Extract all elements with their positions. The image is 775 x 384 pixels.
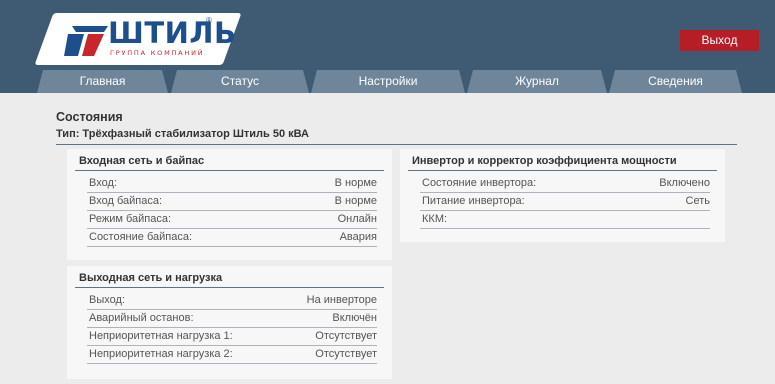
logo-registered-mark: ®	[206, 16, 212, 25]
status-row: Неприоритетная нагрузка 1: Отсутствует	[87, 328, 377, 346]
status-value: Отсутствует	[315, 330, 377, 342]
status-row: Выход: На инверторе	[87, 292, 377, 310]
status-label: Питание инвертора:	[422, 195, 525, 207]
panel-title: Выходная сеть и нагрузка	[79, 272, 223, 284]
tab-status[interactable]: Статус	[171, 70, 309, 93]
status-value: В норме	[334, 195, 377, 207]
tab-home[interactable]: Главная	[37, 70, 168, 93]
page-title: Состояния	[56, 110, 123, 124]
status-value: В норме	[334, 177, 377, 189]
status-label: Неприоритетная нагрузка 2:	[89, 348, 233, 360]
status-row: Питание инвертора: Сеть	[420, 193, 710, 211]
logo-mark-icon	[64, 26, 108, 56]
panel-divider	[75, 170, 384, 171]
logo-tagline: ГРУППА КОМПАНИЙ	[110, 49, 205, 57]
status-label: Выход:	[89, 294, 125, 306]
logout-button[interactable]: Выход	[680, 30, 759, 51]
tab-log[interactable]: Журнал	[467, 70, 607, 93]
output-load-panel: Выходная сеть и нагрузка Выход: На инвер…	[67, 266, 392, 379]
status-value: На инверторе	[306, 294, 377, 306]
status-value: Онлайн	[337, 213, 377, 225]
status-row: Вход байпаса: В норме	[87, 193, 377, 211]
title-divider	[56, 144, 737, 145]
tab-info[interactable]: Сведения	[609, 70, 742, 93]
status-row: Состояние инвертора: Включено	[420, 175, 710, 193]
status-label: Неприоритетная нагрузка 1:	[89, 330, 233, 342]
status-value: Отсутствует	[315, 348, 377, 360]
header-bar: ШТИЛЬ ® ГРУППА КОМПАНИЙ Выход	[0, 0, 775, 70]
panel-title: Входная сеть и байпас	[79, 155, 205, 167]
device-type: Тип: Трёхфазный стабилизатор Штиль 50 кВ…	[56, 128, 309, 140]
status-row: Вход: В норме	[87, 175, 377, 193]
status-label: Режим байпаса:	[89, 213, 172, 225]
panel-title: Инвертор и корректор коэффициента мощнос…	[412, 155, 677, 167]
status-value: Сеть	[685, 195, 710, 207]
status-value: Включено	[659, 177, 710, 189]
panel-divider	[75, 287, 384, 288]
panel-divider	[408, 170, 717, 171]
status-value: Включён	[332, 312, 377, 324]
status-label: Аварийный останов:	[89, 312, 194, 324]
status-label: Вход байпаса:	[89, 195, 162, 207]
status-label: Вход:	[89, 177, 117, 189]
input-bypass-panel: Входная сеть и байпас Вход: В норме Вход…	[67, 149, 392, 260]
main-nav: Главная Статус Настройки Журнал Сведения	[0, 70, 775, 93]
logo-wordmark: ШТИЛЬ	[108, 16, 237, 50]
status-row: Неприоритетная нагрузка 2: Отсутствует	[87, 346, 377, 364]
tab-settings[interactable]: Настройки	[311, 70, 465, 93]
status-row: Аварийный останов: Включён	[87, 310, 377, 328]
status-row: ККМ:	[420, 211, 710, 229]
status-row: Режим байпаса: Онлайн	[87, 211, 377, 229]
status-row: Состояние байпаса: Авария	[87, 229, 377, 247]
status-value: Авария	[339, 231, 377, 243]
status-label: Состояние байпаса:	[89, 231, 193, 243]
inverter-pfc-panel: Инвертор и корректор коэффициента мощнос…	[400, 149, 725, 242]
status-label: ККМ:	[422, 213, 448, 225]
status-label: Состояние инвертора:	[422, 177, 537, 189]
